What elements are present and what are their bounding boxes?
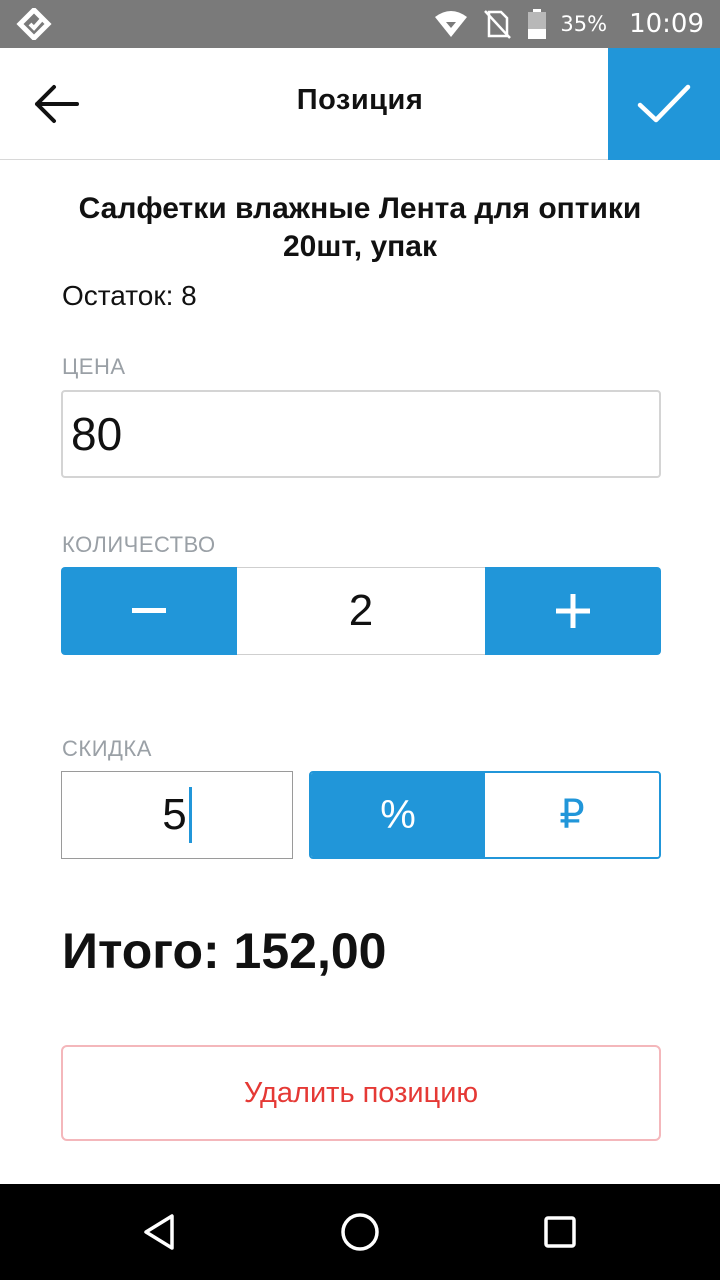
discount-ruble-option[interactable]: ₽ (485, 773, 659, 857)
status-bar: 35% 10:09 (0, 0, 720, 48)
minus-icon (132, 608, 166, 613)
battery-icon (528, 9, 547, 39)
app-bar: Позиция (0, 48, 720, 160)
discount-percent-option[interactable]: % (311, 773, 485, 857)
system-nav-bar (0, 1184, 720, 1280)
check-icon (637, 84, 691, 123)
nav-home-button[interactable] (336, 1208, 384, 1256)
quantity-stepper: 2 (61, 567, 661, 655)
battery-percent: 35% (560, 12, 608, 36)
quantity-increase-button[interactable] (485, 567, 661, 655)
app-logo-icon (16, 8, 52, 40)
discount-type-toggle: % ₽ (309, 771, 661, 859)
product-name: Салфетки влажные Лента для оптики 20шт, … (78, 192, 642, 263)
no-sim-icon (484, 10, 512, 39)
delete-item-button[interactable]: Удалить позицию (61, 1045, 661, 1141)
text-cursor (188, 787, 192, 843)
discount-label: СКИДКА (62, 736, 152, 761)
confirm-button[interactable] (608, 48, 720, 160)
price-label: ЦЕНА (62, 354, 126, 379)
total-amount: Итого: 152,00 (62, 923, 387, 979)
clock: 10:09 (629, 9, 704, 39)
nav-recents-button[interactable] (536, 1208, 584, 1256)
wifi-icon (435, 11, 468, 37)
quantity-decrease-button[interactable] (61, 567, 237, 655)
quantity-value[interactable]: 2 (237, 567, 485, 655)
discount-input[interactable]: 5 (61, 771, 293, 859)
plus-icon (556, 594, 590, 628)
nav-back-button[interactable] (136, 1208, 184, 1256)
discount-value: 5 (162, 790, 187, 839)
home-circle-icon (341, 1213, 379, 1251)
stock-label: Остаток: 8 (62, 280, 197, 311)
back-triangle-icon (144, 1214, 174, 1250)
price-input[interactable] (61, 390, 661, 478)
recents-square-icon (544, 1216, 576, 1248)
quantity-label: КОЛИЧЕСТВО (62, 532, 216, 557)
